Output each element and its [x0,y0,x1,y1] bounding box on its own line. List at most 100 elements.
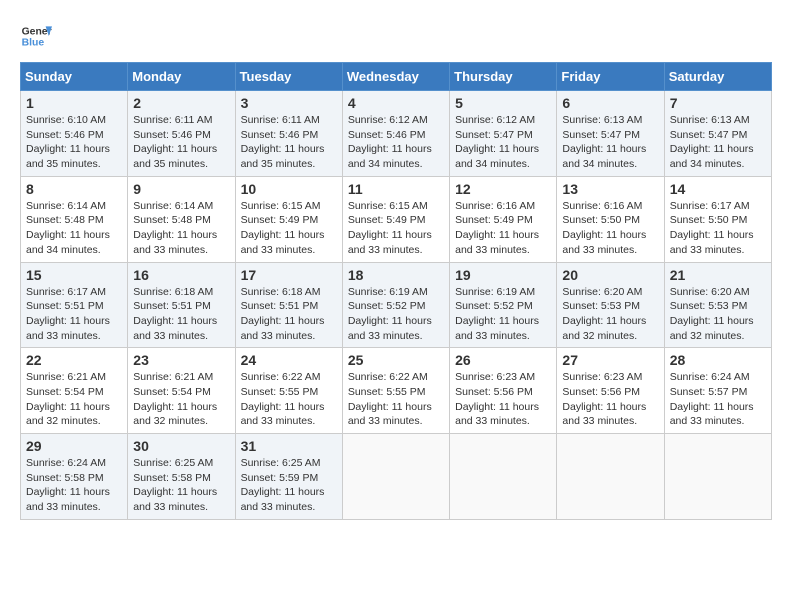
calendar-cell [664,434,771,520]
day-number: 18 [348,267,444,283]
page-header: General Blue [20,20,772,52]
day-info: Sunrise: 6:12 AM Sunset: 5:46 PM Dayligh… [348,113,444,172]
day-info: Sunrise: 6:20 AM Sunset: 5:53 PM Dayligh… [670,285,766,344]
day-info: Sunrise: 6:12 AM Sunset: 5:47 PM Dayligh… [455,113,551,172]
day-number: 27 [562,352,658,368]
day-number: 17 [241,267,337,283]
header-monday: Monday [128,63,235,91]
day-number: 16 [133,267,229,283]
calendar-cell: 30 Sunrise: 6:25 AM Sunset: 5:58 PM Dayli… [128,434,235,520]
header-saturday: Saturday [664,63,771,91]
calendar-cell: 8 Sunrise: 6:14 AM Sunset: 5:48 PM Daylig… [21,176,128,262]
calendar-cell: 15 Sunrise: 6:17 AM Sunset: 5:51 PM Dayli… [21,262,128,348]
header-friday: Friday [557,63,664,91]
day-number: 30 [133,438,229,454]
day-number: 13 [562,181,658,197]
calendar-cell: 9Sunrise: 6:14 AM Sunset: 5:48 PM Daylig… [128,176,235,262]
calendar-cell: 6 Sunrise: 6:13 AM Sunset: 5:47 PM Daylig… [557,91,664,177]
day-number: 6 [562,95,658,111]
day-number: 26 [455,352,551,368]
day-number: 20 [562,267,658,283]
day-info: Sunrise: 6:13 AM Sunset: 5:47 PM Dayligh… [670,113,766,172]
day-info: Sunrise: 6:20 AM Sunset: 5:53 PM Dayligh… [562,285,658,344]
calendar-cell: 19 Sunrise: 6:19 AM Sunset: 5:52 PM Dayli… [450,262,557,348]
calendar-cell: 23 Sunrise: 6:21 AM Sunset: 5:54 PM Dayli… [128,348,235,434]
day-info: Sunrise: 6:19 AM Sunset: 5:52 PM Dayligh… [348,285,444,344]
calendar-cell: 25 Sunrise: 6:22 AM Sunset: 5:55 PM Dayli… [342,348,449,434]
day-info: Sunrise: 6:22 AM Sunset: 5:55 PM Dayligh… [348,370,444,429]
day-number: 8 [26,181,122,197]
day-info: Sunrise: 6:15 AM Sunset: 5:49 PM Dayligh… [348,199,444,258]
day-number: 22 [26,352,122,368]
calendar-cell: 29Sunrise: 6:24 AM Sunset: 5:58 PM Dayli… [21,434,128,520]
day-info: Sunrise: 6:16 AM Sunset: 5:49 PM Dayligh… [455,199,551,258]
calendar-cell: 11Sunrise: 6:15 AM Sunset: 5:49 PM Dayli… [342,176,449,262]
calendar-cell: 21Sunrise: 6:20 AM Sunset: 5:53 PM Dayli… [664,262,771,348]
calendar-cell: 20 Sunrise: 6:20 AM Sunset: 5:53 PM Dayli… [557,262,664,348]
calendar-week-2: 8 Sunrise: 6:14 AM Sunset: 5:48 PM Daylig… [21,176,772,262]
calendar-week-4: 22 Sunrise: 6:21 AM Sunset: 5:54 PM Dayli… [21,348,772,434]
day-info: Sunrise: 6:14 AM Sunset: 5:48 PM Dayligh… [26,199,122,258]
day-info: Sunrise: 6:11 AM Sunset: 5:46 PM Dayligh… [241,113,337,172]
day-info: Sunrise: 6:21 AM Sunset: 5:54 PM Dayligh… [133,370,229,429]
calendar-cell: 2Sunrise: 6:11 AM Sunset: 5:46 PM Daylig… [128,91,235,177]
day-info: Sunrise: 6:15 AM Sunset: 5:49 PM Dayligh… [241,199,337,258]
calendar-cell: 14 Sunrise: 6:17 AM Sunset: 5:50 PM Dayli… [664,176,771,262]
day-number: 7 [670,95,766,111]
day-info: Sunrise: 6:19 AM Sunset: 5:52 PM Dayligh… [455,285,551,344]
header-sunday: Sunday [21,63,128,91]
day-info: Sunrise: 6:25 AM Sunset: 5:58 PM Dayligh… [133,456,229,515]
day-info: Sunrise: 6:23 AM Sunset: 5:56 PM Dayligh… [455,370,551,429]
svg-text:Blue: Blue [22,38,45,49]
day-number: 12 [455,181,551,197]
day-info: Sunrise: 6:21 AM Sunset: 5:54 PM Dayligh… [26,370,122,429]
calendar-cell: 13 Sunrise: 6:16 AM Sunset: 5:50 PM Dayli… [557,176,664,262]
day-number: 14 [670,181,766,197]
calendar-cell: 12 Sunrise: 6:16 AM Sunset: 5:49 PM Dayli… [450,176,557,262]
day-info: Sunrise: 6:16 AM Sunset: 5:50 PM Dayligh… [562,199,658,258]
day-info: Sunrise: 6:22 AM Sunset: 5:55 PM Dayligh… [241,370,337,429]
calendar-cell [450,434,557,520]
calendar-cell: 7 Sunrise: 6:13 AM Sunset: 5:47 PM Daylig… [664,91,771,177]
calendar-cell: 18 Sunrise: 6:19 AM Sunset: 5:52 PM Dayli… [342,262,449,348]
calendar-cell: 1 Sunrise: 6:10 AM Sunset: 5:46 PM Daylig… [21,91,128,177]
day-info: Sunrise: 6:13 AM Sunset: 5:47 PM Dayligh… [562,113,658,172]
day-number: 24 [241,352,337,368]
calendar-cell: 27 Sunrise: 6:23 AM Sunset: 5:56 PM Dayli… [557,348,664,434]
logo-icon: General Blue [20,20,52,52]
calendar-week-5: 29Sunrise: 6:24 AM Sunset: 5:58 PM Dayli… [21,434,772,520]
day-number: 23 [133,352,229,368]
day-info: Sunrise: 6:18 AM Sunset: 5:51 PM Dayligh… [241,285,337,344]
day-info: Sunrise: 6:17 AM Sunset: 5:51 PM Dayligh… [26,285,122,344]
day-number: 15 [26,267,122,283]
calendar-week-1: 1 Sunrise: 6:10 AM Sunset: 5:46 PM Daylig… [21,91,772,177]
day-number: 4 [348,95,444,111]
day-info: Sunrise: 6:17 AM Sunset: 5:50 PM Dayligh… [670,199,766,258]
calendar-cell: 5 Sunrise: 6:12 AM Sunset: 5:47 PM Daylig… [450,91,557,177]
logo: General Blue [20,20,52,52]
day-number: 3 [241,95,337,111]
day-number: 31 [241,438,337,454]
calendar-cell [342,434,449,520]
calendar-cell: 17 Sunrise: 6:18 AM Sunset: 5:51 PM Dayli… [235,262,342,348]
day-info: Sunrise: 6:24 AM Sunset: 5:58 PM Dayligh… [26,456,122,515]
day-info: Sunrise: 6:18 AM Sunset: 5:51 PM Dayligh… [133,285,229,344]
calendar-cell: 26 Sunrise: 6:23 AM Sunset: 5:56 PM Dayli… [450,348,557,434]
header-tuesday: Tuesday [235,63,342,91]
day-number: 5 [455,95,551,111]
day-number: 1 [26,95,122,111]
day-number: 19 [455,267,551,283]
calendar-cell: 24 Sunrise: 6:22 AM Sunset: 5:55 PM Dayli… [235,348,342,434]
calendar-cell: 3 Sunrise: 6:11 AM Sunset: 5:46 PM Daylig… [235,91,342,177]
calendar-cell: 28Sunrise: 6:24 AM Sunset: 5:57 PM Dayli… [664,348,771,434]
calendar-cell: 22 Sunrise: 6:21 AM Sunset: 5:54 PM Dayli… [21,348,128,434]
day-info: Sunrise: 6:25 AM Sunset: 5:59 PM Dayligh… [241,456,337,515]
day-info: Sunrise: 6:10 AM Sunset: 5:46 PM Dayligh… [26,113,122,172]
calendar-header-row: SundayMondayTuesdayWednesdayThursdayFrid… [21,63,772,91]
calendar-cell: 10 Sunrise: 6:15 AM Sunset: 5:49 PM Dayli… [235,176,342,262]
day-number: 25 [348,352,444,368]
calendar-week-3: 15 Sunrise: 6:17 AM Sunset: 5:51 PM Dayli… [21,262,772,348]
day-number: 10 [241,181,337,197]
day-info: Sunrise: 6:23 AM Sunset: 5:56 PM Dayligh… [562,370,658,429]
calendar-table: SundayMondayTuesdayWednesdayThursdayFrid… [20,62,772,520]
